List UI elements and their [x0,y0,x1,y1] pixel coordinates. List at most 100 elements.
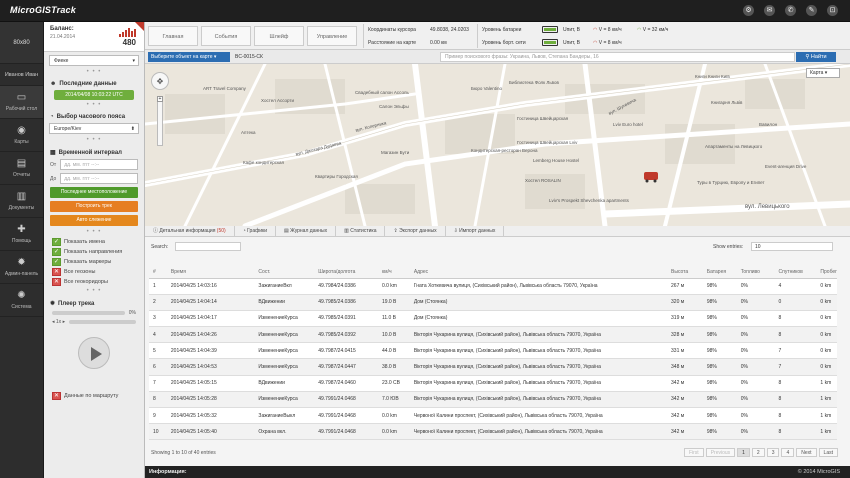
build-track-button[interactable]: Построить трек [50,201,138,212]
tab-log[interactable]: ▤ Журнал данных [276,226,337,236]
nav-item-system[interactable]: ✺ Система [0,284,43,317]
tab-trail[interactable]: Шлейф [254,26,304,46]
table-row[interactable]: 5 2014/04/25 14:04:39 ИзменениеКурса 49.798… [149,342,837,360]
tools-icon[interactable]: ✎ [806,5,817,16]
option-show-names[interactable]: ✓ Показать имена [52,237,136,246]
col-header[interactable]: Сост. [254,267,315,279]
cross-icon[interactable]: ✕ [52,391,61,400]
tab-export[interactable]: ⇪ Экспорт данных [385,226,446,236]
nav-item-maps[interactable]: ◉ Карты [0,119,43,152]
table-row[interactable]: 7 2014/04/25 14:05:15 ВДвижении 49.7987/24.… [149,375,837,392]
nav-item-desktop[interactable]: ▭ Рабочий стол [0,86,43,119]
table-cell: 49.7984/24.0386 [314,278,378,295]
check-icon[interactable]: ✓ [52,247,61,256]
table-search-input[interactable] [175,242,241,251]
page-3[interactable]: 3 [766,448,780,457]
col-header[interactable]: # [149,267,167,279]
auto-follow-button[interactable]: Авто слежение [50,215,138,226]
table-row[interactable]: 10 2014/04/25 14:05:40 Охрана вкл. 49.7991/… [149,423,837,441]
table-cell: 0% [736,278,775,295]
page-next[interactable]: Next [796,448,817,457]
side-panel: Баланс: 21.04.2014 480 Фиеке ▾ • • • ☻ Пос… [44,22,145,478]
col-header[interactable]: Пробег [816,267,837,279]
col-header[interactable]: Высота [667,267,703,279]
pan-control-icon[interactable]: ✥ [151,72,169,90]
footer-info: Информация: [149,469,187,475]
nav-item-documents[interactable]: ▥ Документы [0,185,43,218]
rewind-icon[interactable]: ◂ [52,319,55,325]
player-progress-bar[interactable] [52,311,125,315]
col-header[interactable]: Широта/долгота [314,267,378,279]
nav-item-admin[interactable]: ✹ Админ-панель [0,251,43,284]
object-select[interactable]: Фиеке ▾ [49,55,139,66]
show-entries-select[interactable]: 10 [751,242,833,251]
speed-slider[interactable] [69,320,136,324]
nav-item-reports[interactable]: ▤ Отчеты [0,152,43,185]
search-button[interactable]: ⚲ Найти [796,52,836,62]
table-row[interactable]: 9 2014/04/25 14:05:32 ЗажиганиеВыкл 49.7991… [149,407,837,425]
col-header[interactable]: Спутников [774,267,817,279]
table-row[interactable]: 8 2014/04/25 14:05:28 ИзменениеКурса 49.799… [149,391,837,409]
table-cell: 2014/04/25 14:04:26 [166,326,255,344]
phone-icon[interactable]: ✆ [785,5,796,16]
col-header[interactable]: Время [166,267,255,279]
page-last[interactable]: Last [818,448,838,457]
from-input[interactable]: дд. мм. гггг --:-- [60,159,138,170]
page-2[interactable]: 2 [751,448,765,457]
table-row[interactable]: 3 2014/04/25 14:04:17 ИзменениеКурса 49.798… [149,310,837,328]
tab-home[interactable]: Главная [148,26,198,46]
tab-stats[interactable]: ▥ Статистика [336,226,386,236]
option-all-geocorridors[interactable]: ✕ Все геокоридоры [52,277,136,286]
table-row[interactable]: 1 2014/04/25 14:03:16 ЗажиганиеВкл 49.7984/… [149,278,837,295]
address-search-input[interactable]: Пример поискового фразы: Украина, Львов,… [440,52,795,62]
tab-details[interactable]: ⓘ Детальная информация (50) [145,226,235,236]
table-row[interactable]: 2 2014/04/25 14:04:14 ВДвижении 49.7985/24.… [149,294,837,311]
table-cell: 0 [774,294,817,311]
settings-icon[interactable]: ⚙ [743,5,754,16]
to-input[interactable]: дд. мм. гггг --:-- [60,173,138,184]
lock-icon[interactable]: ⊡ [827,5,838,16]
player-speed[interactable]: 1x [56,319,61,325]
timezone-select[interactable]: Europe/Kiev ⬍ [49,123,139,134]
zoom-in-icon[interactable]: + [157,96,163,102]
page-previous[interactable]: Previous [705,448,736,457]
mail-icon[interactable]: ✉ [764,5,775,16]
forward-icon[interactable]: ▸ [63,319,66,325]
player-progress-text: 0% [128,310,136,316]
user-name[interactable]: Иванов Иван [0,64,43,86]
from-field: От дд. мм. гггг --:-- [50,159,138,170]
table-row[interactable]: 6 2014/04/25 14:04:53 ИзменениеКурса 49.798… [149,358,837,376]
option-show-markers[interactable]: ✓ Показать маркеры [52,257,136,266]
corner-close-icon[interactable] [135,22,144,31]
table-row[interactable]: 4 2014/04/25 14:04:26 ИзменениеКурса 49.798… [149,326,837,344]
page-first[interactable]: First [683,448,704,457]
page-4[interactable]: 4 [781,448,795,457]
col-header[interactable]: Топливо [736,267,775,279]
cross-icon[interactable]: ✕ [52,277,61,286]
nav-item-help[interactable]: ✚ Помощь [0,218,43,251]
table-cell: 98% [702,310,737,328]
tab-charts[interactable]: ◔ Графики [235,226,277,236]
play-button[interactable] [78,337,110,369]
page-1[interactable]: 1 [737,448,750,457]
check-icon[interactable]: ✓ [52,257,61,266]
option-show-directions[interactable]: ✓ Показать направления [52,247,136,256]
cross-icon[interactable]: ✕ [52,267,61,276]
option-all-geozones[interactable]: ✕ Все геозоны [52,267,136,276]
check-icon[interactable]: ✓ [52,237,61,246]
col-header[interactable]: Адрес [409,267,668,279]
tab-label: Экспорт данных [399,228,437,234]
tab-import[interactable]: ⇩ Импорт данных [446,226,505,236]
map[interactable]: ✥ + Карта ▾ ART Travel Company Хостел Ас… [145,64,850,226]
map-label: Апартаменты на Левицкого [705,144,763,149]
avatar[interactable]: 80x80 [0,22,43,64]
select-object-button[interactable]: Выберите объект на карте ▾ [148,52,230,62]
col-header[interactable]: Батарея [702,267,737,279]
last-location-button[interactable]: Последнее местоположение [50,187,138,198]
col-header[interactable]: км/ч [377,267,410,279]
tab-control[interactable]: Управление [307,26,357,46]
tab-events[interactable]: События [201,26,251,46]
map-type-select[interactable]: Карта ▾ [806,68,840,78]
zoom-slider[interactable]: + [157,96,163,146]
option-route-data[interactable]: ✕ Данные по маршруту [52,391,136,400]
